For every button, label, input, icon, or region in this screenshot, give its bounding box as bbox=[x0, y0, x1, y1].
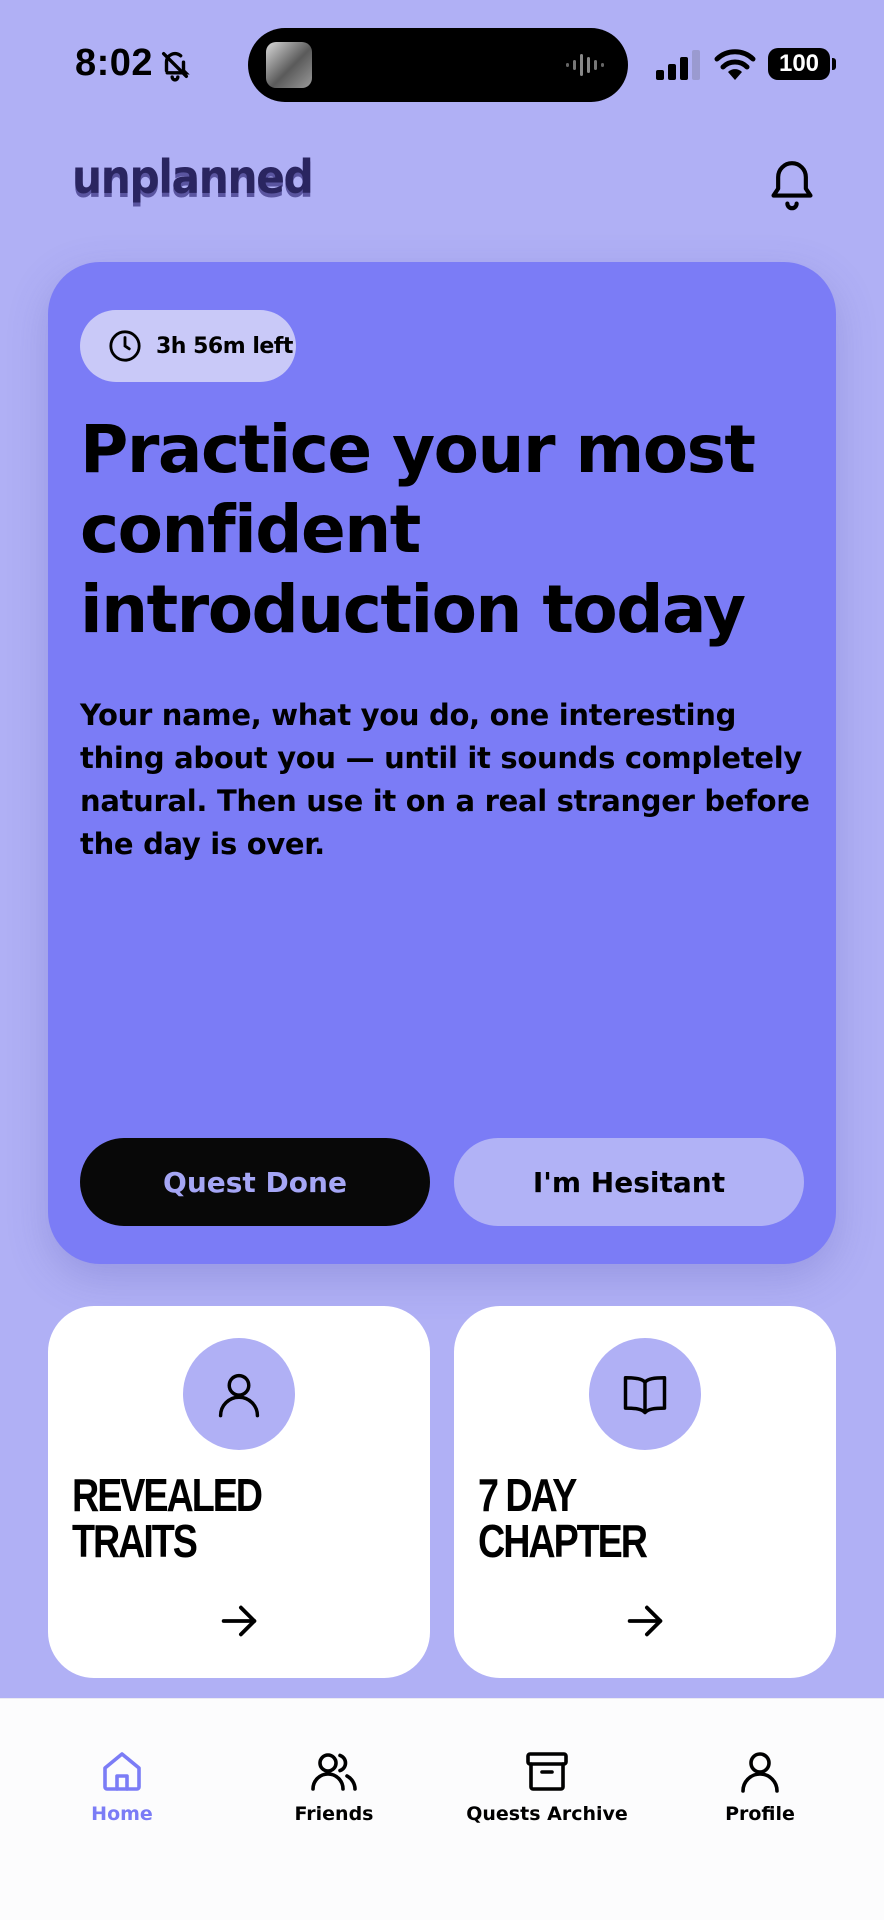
revealed-traits-card[interactable]: REVEALED TRAITS bbox=[48, 1306, 430, 1678]
battery-tip bbox=[832, 58, 836, 70]
hesitant-button[interactable]: I'm Hesitant bbox=[454, 1138, 804, 1226]
status-bar: 8:02 100 bbox=[0, 0, 884, 120]
nav-label-home: Home bbox=[91, 1803, 153, 1825]
clock-icon bbox=[109, 330, 141, 362]
dynamic-island bbox=[248, 28, 628, 102]
quest-done-button[interactable]: Quest Done bbox=[80, 1138, 430, 1226]
nav-label-profile: Profile bbox=[725, 1803, 795, 1825]
signal-icon bbox=[656, 50, 700, 80]
nav-item-friends[interactable]: Friends bbox=[234, 1747, 434, 1837]
seven-day-chapter-card[interactable]: 7 DAY CHAPTER bbox=[454, 1306, 836, 1678]
bell-slash-icon bbox=[161, 51, 190, 82]
nav-label-quests-archive: Quests Archive bbox=[466, 1803, 628, 1825]
bell-icon[interactable] bbox=[764, 154, 820, 214]
archive-icon bbox=[526, 1752, 568, 1791]
status-time: 8:02 bbox=[75, 42, 154, 84]
quest-title: Practice your most confident introductio… bbox=[80, 411, 756, 648]
quest-description: Your name, what you do, one interesting … bbox=[80, 698, 810, 861]
book-icon bbox=[623, 1376, 667, 1415]
time-remaining-text: 3h 56m left bbox=[156, 333, 293, 359]
audio-wave-icon bbox=[566, 54, 604, 76]
arrow-right-icon[interactable] bbox=[622, 1598, 668, 1644]
now-playing-thumbnail bbox=[266, 42, 312, 88]
friends-icon bbox=[311, 1753, 357, 1791]
seven-day-chapter-title: 7 DAY CHAPTER bbox=[478, 1469, 648, 1567]
revealed-traits-title: REVEALED TRAITS bbox=[72, 1469, 263, 1567]
nav-item-profile[interactable]: Profile bbox=[660, 1747, 860, 1837]
profile-icon bbox=[741, 1752, 779, 1793]
person-icon bbox=[218, 1373, 260, 1418]
time-remaining-pill: 3h 56m left bbox=[80, 310, 296, 382]
book-icon-circle bbox=[589, 1338, 701, 1450]
battery-icon: 100 bbox=[768, 48, 830, 80]
nav-item-home[interactable]: Home bbox=[22, 1747, 222, 1837]
home-icon bbox=[103, 1752, 141, 1791]
daily-quest-card: 3h 56m left Practice your most confident… bbox=[48, 262, 836, 1264]
nav-item-quests-archive[interactable]: Quests Archive bbox=[447, 1747, 647, 1837]
person-icon-circle bbox=[183, 1338, 295, 1450]
nav-label-friends: Friends bbox=[294, 1803, 374, 1825]
wifi-icon bbox=[714, 49, 756, 80]
app-logo: unplanned bbox=[72, 150, 314, 204]
arrow-right-icon[interactable] bbox=[216, 1598, 262, 1644]
bottom-navigation: Home Friends Quests Archive Profile bbox=[0, 1698, 884, 1920]
